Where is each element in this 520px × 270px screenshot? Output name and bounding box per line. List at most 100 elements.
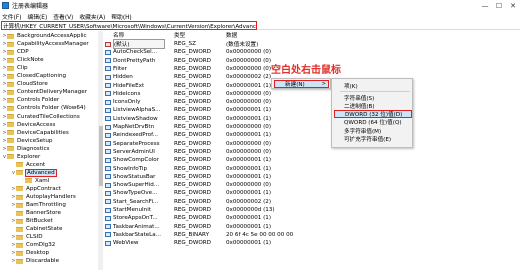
tree-item[interactable]: > BitBucket [11, 217, 54, 225]
tree-item[interactable]: > CapabilityAccessManager [2, 40, 90, 48]
value-data: 0x00000000 (0) [226, 65, 272, 72]
menu-help[interactable]: 帮助(H) [111, 12, 131, 21]
folder-icon [16, 218, 23, 224]
value-row[interactable]: ServerAdminUI REG_DWORD 0x00000000 (0) [104, 148, 344, 156]
binary-value-icon [105, 132, 111, 138]
submenu-item[interactable]: 二进制值(B) [334, 102, 412, 110]
menu-edit[interactable]: 编辑(E) [27, 12, 47, 21]
value-row[interactable]: MapNetDrvBtn REG_DWORD 0x00000000 (0) [104, 123, 344, 131]
binary-value-icon [105, 174, 111, 180]
tree-item[interactable]: > CDP [2, 48, 30, 56]
tree-item[interactable]: > DeviceCapabilities [2, 129, 70, 137]
value-row[interactable]: ListviewShadow REG_DWORD 0x00000001 (1) [104, 115, 344, 123]
menu-file[interactable]: 文件(F) [2, 12, 21, 21]
folder-icon [7, 154, 14, 160]
tree-item[interactable]: v Advanced [11, 168, 57, 177]
tree-item[interactable]: > Diagnostics [2, 145, 50, 153]
tree-item[interactable]: > DeviceSetup [2, 137, 53, 145]
tree-scrollbar-thumb[interactable] [98, 126, 103, 186]
value-name: DontPrettyPath [113, 57, 156, 64]
value-row[interactable]: ShowCompColor REG_DWORD 0x00000001 (1) [104, 156, 344, 164]
tree-item[interactable]: > Discardable [11, 257, 60, 265]
value-data: 0x00000000 (0) [226, 90, 272, 97]
submenu-item[interactable]: 字符串值(S) [334, 94, 412, 102]
tree-item[interactable]: > Desktop [11, 249, 50, 257]
submenu-item[interactable]: 可扩充字符串值(E) [334, 135, 412, 143]
minimize-button[interactable]: — [478, 0, 492, 11]
tree-item[interactable]: > Controls Folder (Wow64) [2, 104, 87, 112]
maximize-button[interactable]: ☐ [492, 0, 506, 11]
value-data: 0x00000001 (1) [226, 157, 272, 164]
tree-item[interactable]: > ContentDeliveryManager [2, 88, 88, 96]
value-row[interactable]: ShowTypeOve... REG_DWORD 0x00000001 (1) [104, 189, 344, 197]
window-title: 注册表编辑器 [12, 3, 49, 10]
submenu-item[interactable]: 多字符串值(M) [334, 127, 412, 135]
menu-favorites[interactable]: 收藏夹(A) [79, 12, 105, 21]
value-row[interactable]: ShowInfoTip REG_DWORD 0x00000001 (1) [104, 165, 344, 173]
submenu-item[interactable]: 项(K) [334, 82, 412, 90]
value-row[interactable]: ListviewAlphaS... REG_DWORD 0x00000001 (1) [104, 106, 344, 114]
folder-icon [7, 97, 14, 103]
tree-item[interactable]: Xaml [20, 177, 50, 185]
value-row[interactable]: WebView REG_DWORD 0x00000001 (1) [104, 239, 344, 247]
value-row[interactable]: AutoCheckSel... REG_DWORD 0x00000000 (0) [104, 48, 344, 56]
tree-item[interactable]: > CloudStore [2, 80, 49, 88]
submenu-item[interactable]: DWORD (32 位)值(D) [334, 110, 412, 118]
tree-scrollbar[interactable] [98, 31, 103, 270]
tree-item-label: ComDlg32 [26, 242, 56, 249]
tree-item-label: CLSID [26, 234, 43, 241]
tree-item[interactable]: BannerStore [11, 209, 62, 217]
value-row[interactable]: TaskbarStateLa... REG_BINARY 20 6f 4c 5e 0… [104, 231, 344, 239]
value-row[interactable]: IconsOnly REG_DWORD 0x00000000 (0) [104, 98, 344, 106]
tree-item[interactable]: > AppContract [11, 185, 62, 193]
value-row[interactable]: SeparateProcess REG_DWORD 0x00000000 (0) [104, 140, 344, 148]
address-bar-rest[interactable] [257, 21, 520, 30]
value-row[interactable]: StoreAppsOnT... REG_DWORD 0x00000001 (1) [104, 214, 344, 222]
tree-item[interactable]: v Explorer [2, 153, 41, 161]
value-type: REG_DWORD [174, 215, 211, 222]
tree-item-label: CabinetState [26, 226, 63, 233]
tree-item-label: CuratedTileCollections [17, 113, 80, 120]
value-name: MapNetDrvBtn [113, 124, 155, 130]
value-row[interactable]: ShowSuperHid... REG_DWORD 0x00000000 (0) [104, 181, 344, 189]
value-row[interactable]: ShowStatusBar REG_DWORD 0x00000001 (1) [104, 173, 344, 181]
column-data-header[interactable]: 数据 [213, 31, 237, 39]
tree-item-label: ContentDeliveryManager [17, 89, 87, 96]
binary-value-icon [105, 182, 111, 188]
tree-item[interactable]: > CLSID [11, 233, 44, 241]
value-data: (数值未设置) [226, 42, 259, 48]
tree-item[interactable]: > Clip [2, 64, 29, 72]
tree-item[interactable]: > BackgroundAccessApplic [2, 32, 88, 40]
column-name-header[interactable]: 名称 [104, 31, 165, 39]
tree-item[interactable]: Accent [11, 161, 46, 169]
value-row[interactable]: ReindexedProf... REG_DWORD 0x00000001 (1) [104, 131, 344, 139]
close-button[interactable]: ✕ [506, 0, 520, 11]
binary-value-icon [105, 215, 111, 221]
tree-item[interactable]: > BamThrottling [11, 201, 67, 209]
column-type-header[interactable]: 类型 [165, 31, 213, 39]
value-row[interactable]: StartMenuInit REG_DWORD 0x0000000d (13) [104, 206, 344, 214]
binary-value-icon [105, 240, 111, 246]
tree-item[interactable]: > ClosedCaptioning [2, 72, 67, 80]
value-name: TaskbarStateLa... [113, 231, 162, 238]
value-row[interactable]: Start_SearchFi... REG_DWORD 0x00000002 (2) [104, 198, 344, 206]
menu-view[interactable]: 查看(V) [53, 12, 73, 21]
tree-item[interactable]: > Controls Folder [2, 96, 60, 104]
value-name: StartMenuInit [113, 207, 151, 213]
submenu-item[interactable]: QWORD (64 位)值(Q) [334, 118, 412, 126]
tree-item[interactable]: CabinetState [11, 225, 63, 233]
context-menu-new[interactable]: 新建(N) > [274, 80, 329, 88]
tree-item[interactable]: > ComDlg32 [11, 241, 56, 249]
value-row[interactable]: TaskbarAnimat... REG_DWORD 0x00000001 (1) [104, 223, 344, 231]
address-bar[interactable]: 计算机\HKEY_CURRENT_USER\Software\Microsoft… [1, 21, 257, 30]
value-row[interactable]: (默认) REG_SZ (数值未设置) [104, 39, 344, 49]
folder-icon [7, 146, 14, 152]
tree-item-label: Controls Folder (Wow64) [17, 105, 86, 112]
tree-item[interactable]: > CuratedTileCollections [2, 113, 81, 121]
value-type: REG_DWORD [174, 157, 211, 164]
value-row[interactable]: HideIcons REG_DWORD 0x00000000 (0) [104, 90, 344, 98]
tree-item[interactable]: > DeviceAccess [2, 121, 56, 129]
value-type: REG_DWORD [174, 198, 211, 205]
tree-item[interactable]: > AutoplayHandlers [11, 193, 77, 201]
tree-item[interactable]: > ClickNote [2, 56, 45, 64]
